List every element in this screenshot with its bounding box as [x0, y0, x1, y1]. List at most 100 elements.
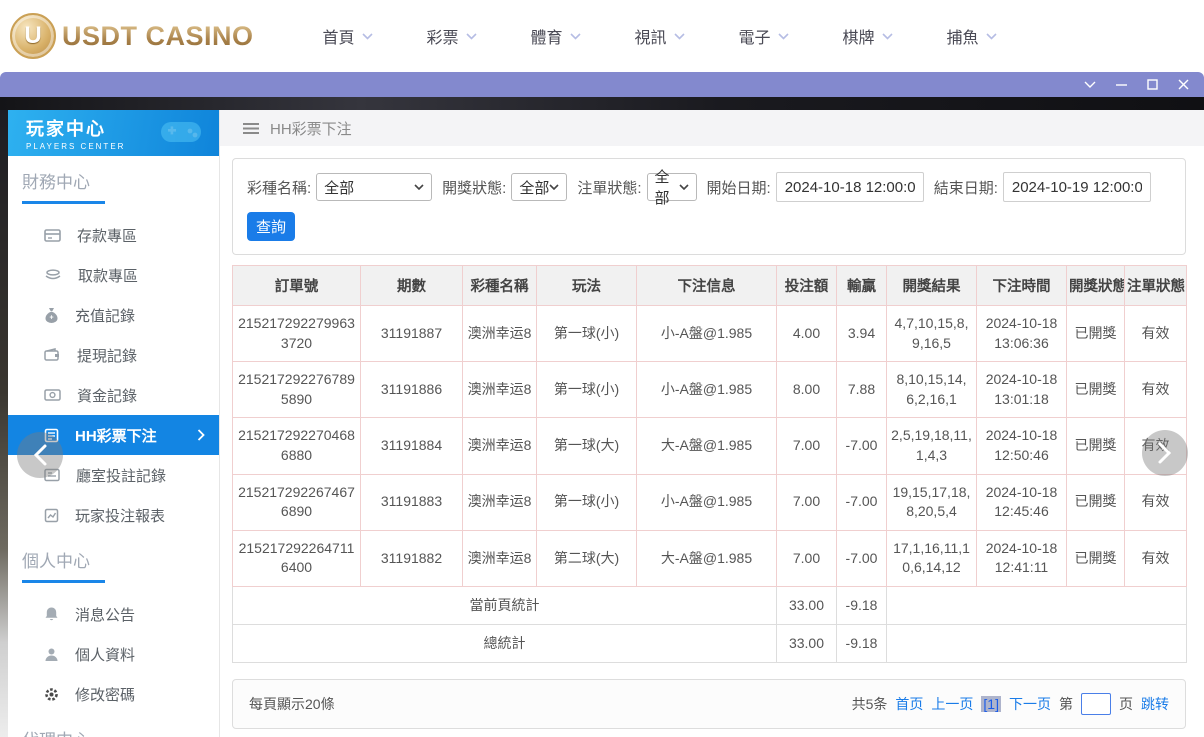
- chevron-down-icon: [549, 184, 559, 190]
- coin-logo-icon: U: [10, 13, 56, 59]
- col-bet-time: 下注時間: [976, 265, 1067, 306]
- workspace: 玩家中心 PLAYERS CENTER 財務中心 存款專區 取款專區 + 充值記…: [0, 110, 1204, 737]
- end-date-label: 結束日期:: [933, 179, 998, 197]
- sidebar-item-withdraw[interactable]: 取款專區: [8, 255, 219, 295]
- bet-status-label: 注單狀態:: [577, 179, 642, 197]
- background-left-strip: [0, 110, 8, 737]
- nav-item-fishing[interactable]: 捕魚: [920, 24, 1024, 48]
- first-page-link[interactable]: 首页: [895, 694, 923, 714]
- recharge-record-icon: +: [44, 307, 59, 323]
- prev-page-link[interactable]: 上一页: [931, 694, 973, 714]
- sidebar-item-change-password[interactable]: 修改密碼: [8, 674, 219, 714]
- col-lottery-name: 彩種名稱: [462, 265, 537, 306]
- page-title: HH彩票下注: [270, 120, 352, 138]
- draw-status-label: 開獎狀態:: [442, 179, 507, 197]
- jump-label-pre: 第: [1059, 695, 1073, 712]
- nav-item-lottery[interactable]: 彩票: [400, 24, 504, 48]
- window-maximize-icon[interactable]: [1146, 78, 1159, 91]
- lottery-name-select[interactable]: 全部: [316, 173, 433, 201]
- chevron-right-icon: [1158, 442, 1172, 464]
- hamburger-icon[interactable]: [242, 122, 260, 135]
- bet-status-select[interactable]: 全部: [646, 169, 697, 207]
- window-minimize-icon[interactable]: [1115, 78, 1128, 91]
- total-summary-label: 總統計: [232, 623, 777, 663]
- chevron-left-icon: [33, 444, 47, 466]
- withdrawal-record-icon: [44, 348, 61, 362]
- page-jump-input[interactable]: [1081, 692, 1111, 715]
- content-area: 彩種名稱: 全部 開獎狀態: 全部 注單狀態: 全部 開始日期: 2024-10…: [220, 146, 1204, 729]
- nav-item-cards[interactable]: 棋牌: [816, 24, 920, 48]
- query-button[interactable]: 查詢: [247, 212, 295, 241]
- top-navigation: U USDT CASINO 首頁 彩票 體育 視訊 電子 棋牌 捕魚: [0, 0, 1204, 72]
- nav-item-slots[interactable]: 電子: [712, 24, 816, 48]
- total-summary-row: 總統計 33.00 -9.18: [232, 623, 1187, 663]
- chevron-right-icon: [197, 429, 205, 441]
- background-strip: [0, 97, 1204, 110]
- nav-item-live[interactable]: 視訊: [608, 24, 712, 48]
- sidebar: 玩家中心 PLAYERS CENTER 財務中心 存款專區 取款專區 + 充值記…: [8, 110, 220, 737]
- section-personal-center: 個人中心: [22, 552, 90, 571]
- table-row: 2152172922647116400 31191882 澳洲幸运8 第二球(大…: [232, 529, 1187, 587]
- finance-items: 存款專區 取款專區 + 充值記錄 提現記錄 資金記錄 HH彩票下注 廳室投註記錄…: [8, 215, 219, 535]
- col-play: 玩法: [536, 265, 637, 306]
- page-size-text: 每頁顯示20條: [249, 695, 335, 712]
- chevron-down-icon: [673, 32, 685, 40]
- current-page-badge[interactable]: [1]: [981, 695, 1001, 712]
- chevron-down-icon: [569, 32, 581, 40]
- sidebar-item-profile[interactable]: 個人資料: [8, 634, 219, 674]
- col-period: 期數: [360, 265, 463, 306]
- filter-panel: 彩種名稱: 全部 開獎狀態: 全部 注單狀態: 全部 開始日期: 2024-10…: [232, 158, 1186, 255]
- draw-status-select[interactable]: 全部: [511, 173, 568, 201]
- col-order-id: 訂單號: [232, 265, 361, 306]
- col-bet-amount: 投注額: [776, 265, 837, 306]
- col-draw-result: 開獎結果: [886, 265, 977, 306]
- logo-text: USDT CASINO: [62, 20, 254, 51]
- sidebar-item-deposit[interactable]: 存款專區: [8, 215, 219, 255]
- col-bet-info: 下注信息: [636, 265, 777, 306]
- sidebar-item-bet-report[interactable]: 玩家投注報表: [8, 495, 219, 535]
- bet-report-icon: [44, 508, 59, 523]
- sidebar-item-announcements[interactable]: 消息公告: [8, 594, 219, 634]
- players-center-header: 玩家中心 PLAYERS CENTER: [8, 110, 219, 156]
- chevron-down-icon: [881, 32, 893, 40]
- section-finance-center: 財務中心: [22, 173, 90, 192]
- table-footer: 每頁顯示20條 共5条 首页 上一页 [1] 下一页 第 页 跳转: [232, 678, 1186, 729]
- fund-record-icon: [44, 388, 61, 402]
- table-row: 2152172922674676890 31191883 澳洲幸运8 第一球(小…: [232, 473, 1187, 531]
- window-close-icon[interactable]: [1177, 78, 1190, 91]
- deposit-icon: [44, 228, 61, 243]
- table-header-row: 訂單號 期數 彩種名稱 玩法 下注信息 投注額 輸贏 開獎結果 下注時間 開獎狀…: [232, 265, 1187, 306]
- window-dropdown-icon[interactable]: [1083, 80, 1097, 89]
- jump-label-post: 页: [1119, 695, 1133, 712]
- section-agent-center: 代理中心: [22, 726, 205, 737]
- nav-item-home[interactable]: 首頁: [296, 24, 400, 48]
- chevron-down-icon: [361, 32, 373, 40]
- next-page-link[interactable]: 下一页: [1009, 694, 1051, 714]
- site-logo[interactable]: U USDT CASINO: [10, 13, 254, 59]
- bets-table: 訂單號 期數 彩種名稱 玩法 下注信息 投注額 輸贏 開獎結果 下注時間 開獎狀…: [232, 265, 1187, 663]
- carousel-prev-button[interactable]: [17, 432, 63, 478]
- table-row: 2152172922767895890 31191886 澳洲幸运8 第一球(小…: [232, 361, 1187, 419]
- col-bet-status: 注單狀態: [1124, 265, 1187, 306]
- chevron-down-icon: [465, 32, 477, 40]
- pagination: 共5条 首页 上一页 [1] 下一页 第 页 跳转: [851, 692, 1169, 715]
- jump-button[interactable]: 跳转: [1141, 694, 1169, 714]
- chevron-down-icon: [985, 32, 997, 40]
- filter-row: 彩種名稱: 全部 開獎狀態: 全部 注單狀態: 全部 開始日期: 2024-10…: [247, 169, 1171, 207]
- chevron-down-icon: [678, 184, 689, 190]
- sidebar-item-fund-record[interactable]: 資金記錄: [8, 375, 219, 415]
- end-date-input[interactable]: [1002, 172, 1151, 202]
- carousel-next-button[interactable]: [1142, 430, 1188, 476]
- withdraw-icon: [44, 268, 62, 282]
- table-row: 2152172922704686880 31191884 澳洲幸运8 第一球(大…: [232, 417, 1187, 475]
- chevron-down-icon: [414, 184, 424, 190]
- sidebar-item-recharge-record[interactable]: + 充值記錄: [8, 295, 219, 335]
- sidebar-item-withdrawal-record[interactable]: 提現記錄: [8, 335, 219, 375]
- nav-item-sports[interactable]: 體育: [504, 24, 608, 48]
- start-date-input[interactable]: [775, 172, 924, 202]
- window-titlebar: [0, 72, 1204, 97]
- bell-icon: [44, 606, 59, 622]
- start-date-label: 開始日期:: [706, 179, 771, 197]
- breadcrumb: HH彩票下注: [220, 110, 1204, 146]
- total-count: 共5条: [851, 695, 888, 712]
